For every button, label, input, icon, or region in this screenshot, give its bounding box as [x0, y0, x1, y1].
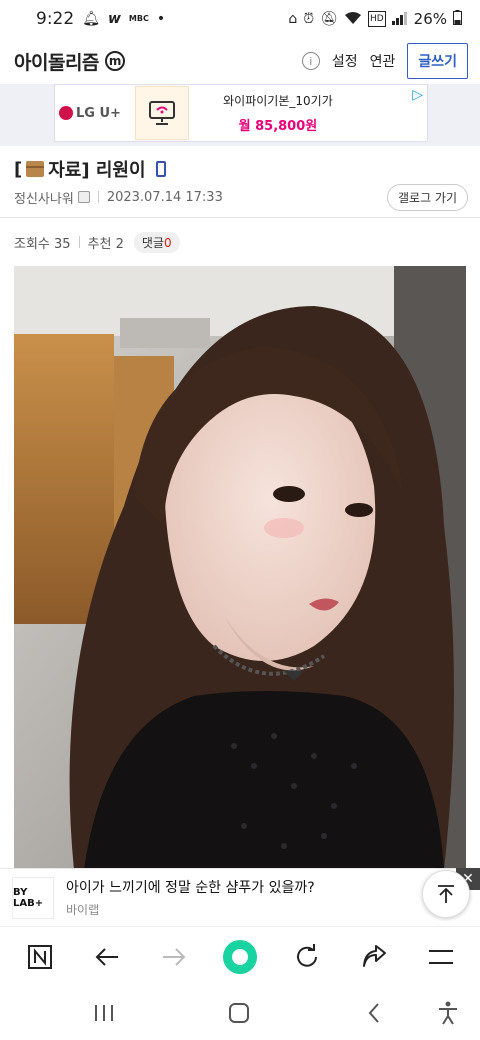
scroll-to-top-button[interactable] — [422, 870, 470, 918]
post-meta: 정신사나워 2023.07.14 17:33 갤로그 가기 — [14, 183, 468, 211]
related-link[interactable]: 연관 — [370, 51, 396, 71]
ad-price: 월 85,800원 — [238, 119, 318, 134]
bottom-ad-title: 아이가 느끼기에 정말 순한 샴푸가 있을까? — [66, 880, 315, 896]
ad-brand: LG U+ — [76, 105, 121, 121]
site-name: 아이돌리즘 — [14, 51, 99, 74]
mbc-app-icon: MBC — [128, 14, 149, 23]
menu-icon[interactable] — [423, 939, 459, 975]
bottom-ad-brand: 바이랩 — [66, 903, 100, 917]
site-header: 아이돌리즘 m i 설정 연관 글쓰기 — [0, 38, 480, 84]
accessibility-icon[interactable] — [430, 998, 466, 1028]
post-datetime: 2023.07.14 17:33 — [106, 189, 223, 205]
comment-count: 0 — [163, 235, 172, 250]
ad-banner[interactable]: LG U+ 와이파이기본_10기가 월 85,800원 ▷ — [54, 84, 428, 142]
info-icon[interactable]: i — [301, 52, 320, 70]
app-w-icon: w — [107, 11, 121, 27]
tabs-icon[interactable] — [22, 939, 58, 975]
post-photo[interactable] — [14, 266, 466, 870]
write-button[interactable]: 글쓰기 — [407, 43, 468, 79]
bylab-logo: BY LAB+ — [12, 876, 54, 919]
back-nav-icon[interactable] — [356, 998, 392, 1028]
post-title: [ 자료] 리원이 — [14, 156, 166, 182]
share-icon[interactable] — [356, 939, 392, 975]
status-time: 9:22 — [36, 9, 75, 29]
stats-divider — [78, 236, 80, 248]
post-stats: 조회수 35 추천 2 댓글0 — [14, 231, 180, 253]
ad-choices-icon[interactable]: ▷ — [412, 87, 423, 103]
box-icon — [26, 161, 45, 177]
back-icon[interactable] — [89, 939, 125, 975]
mobile-post-icon — [155, 161, 166, 177]
bottom-ad-banner[interactable]: BY LAB+ 아이가 느끼기에 정말 순한 샴푸가 있을까? 바이랩 — [0, 868, 480, 926]
wifi-icon — [344, 11, 362, 28]
meta-divider — [97, 191, 99, 203]
battery-icon — [453, 10, 462, 28]
minor-gallery-badge: m — [104, 51, 125, 71]
more-dot-icon: • — [156, 11, 166, 27]
user-badge-icon — [77, 191, 90, 203]
arrow-up-icon — [438, 885, 454, 903]
hd-voice-icon: HD — [367, 11, 386, 27]
view-count: 조회수 35 — [14, 236, 71, 252]
comment-chip[interactable]: 댓글0 — [133, 231, 180, 253]
gallog-button[interactable]: 갤로그 가기 — [386, 183, 468, 211]
battery-percent: 26% — [413, 10, 447, 28]
home-icon[interactable] — [222, 939, 258, 975]
comment-label: 댓글 — [141, 235, 164, 250]
ad-title: 와이파이기본_10기가 — [223, 94, 333, 108]
site-logo[interactable]: 아이돌리즘 m — [14, 48, 125, 75]
refresh-icon[interactable] — [289, 939, 325, 975]
lgu-dot-icon — [59, 106, 73, 120]
lgu-logo: LG U+ — [59, 106, 121, 121]
notification-bell-icon: 🔔︎ — [82, 11, 100, 27]
home-nav-icon[interactable] — [221, 998, 257, 1028]
mute-icon: 🔕︎ — [320, 11, 338, 27]
browser-toolbar — [0, 926, 480, 986]
divider — [0, 217, 480, 218]
forward-icon[interactable] — [156, 939, 192, 975]
author-name[interactable]: 정신사나워 — [14, 188, 74, 207]
lock-icon: ⌂ — [288, 11, 298, 27]
status-bar: 9:22 🔔︎ w MBC • ⌂ ⏰︎ 🔕︎ HD 26% — [0, 0, 480, 38]
post-title-text: 자료] 리원이 — [48, 160, 146, 181]
signal-icon — [391, 11, 408, 28]
wifi-router-icon — [134, 86, 189, 140]
settings-link[interactable]: 설정 — [332, 51, 358, 71]
system-nav-bar — [0, 986, 480, 1040]
recent-apps-icon[interactable] — [86, 998, 122, 1028]
recommend-count: 추천 2 — [87, 236, 124, 252]
alarm-icon: ⏰︎ — [303, 11, 315, 27]
